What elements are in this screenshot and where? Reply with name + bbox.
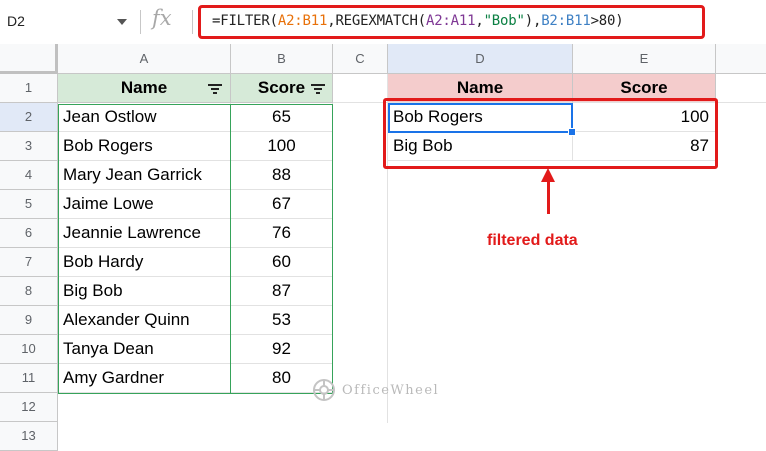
formula-part: ), — [524, 13, 542, 29]
select-all-corner[interactable] — [0, 44, 58, 74]
row-header-12[interactable]: 12 — [0, 393, 58, 422]
header-label: Score — [257, 78, 306, 97]
column-header-d[interactable]: D — [388, 44, 573, 74]
column-header-b[interactable]: B — [231, 44, 333, 74]
formula-input[interactable]: =FILTER(A2:B11,REGEXMATCH(A2:A11,"Bob"),… — [212, 13, 624, 29]
formula-string: "Bob" — [483, 13, 525, 29]
source-header-name[interactable]: Name — [58, 74, 231, 103]
column-header-e[interactable]: E — [573, 44, 716, 74]
source-score-cell[interactable]: 65 — [231, 103, 333, 132]
name-box-value: D2 — [7, 13, 25, 29]
filter-icon[interactable] — [311, 84, 325, 94]
watermark: OfficeWheel — [312, 378, 439, 402]
source-name-cell[interactable]: Tanya Dean — [58, 335, 231, 364]
cell-c1[interactable] — [333, 74, 388, 103]
source-score-cell[interactable]: 76 — [231, 219, 333, 248]
divider — [140, 10, 141, 34]
source-score-cell[interactable]: 60 — [231, 248, 333, 277]
row-header-2[interactable]: 2 — [0, 103, 58, 132]
arrow-shaft — [547, 180, 550, 214]
divider — [192, 10, 193, 34]
source-score-cell[interactable]: 88 — [231, 161, 333, 190]
source-score-cell[interactable]: 87 — [231, 277, 333, 306]
formula-range: B2:B11 — [541, 13, 591, 29]
row-header-8[interactable]: 8 — [0, 277, 58, 306]
source-name-cell[interactable]: Bob Hardy — [58, 248, 231, 277]
source-name-cell[interactable]: Mary Jean Garrick — [58, 161, 231, 190]
formula-range: A2:B11 — [277, 13, 328, 29]
filter-icon[interactable] — [208, 84, 222, 94]
row-header-6[interactable]: 6 — [0, 219, 58, 248]
source-table-divider — [230, 104, 231, 394]
formula-part: >80) — [590, 13, 624, 29]
row-header-7[interactable]: 7 — [0, 248, 58, 277]
row-header-13[interactable]: 13 — [0, 422, 58, 451]
source-header-score[interactable]: Score — [231, 74, 333, 103]
source-score-cell[interactable]: 67 — [231, 190, 333, 219]
annotation-caption: filtered data — [487, 232, 578, 249]
cell-f1[interactable] — [716, 74, 766, 103]
column-header-c[interactable]: C — [333, 44, 388, 74]
empty-column-c[interactable] — [333, 103, 388, 423]
source-name-cell[interactable]: Alexander Quinn — [58, 306, 231, 335]
name-box[interactable]: D2 — [0, 0, 138, 44]
row-header-9[interactable]: 9 — [0, 306, 58, 335]
formula-part: =FILTER( — [212, 13, 278, 29]
formula-range: A2:A11 — [425, 13, 476, 29]
source-score-cell[interactable]: 53 — [231, 306, 333, 335]
source-name-cell[interactable]: Bob Rogers — [58, 132, 231, 161]
formula-part: ,REGEXMATCH( — [327, 13, 426, 29]
header-label: Name — [120, 78, 168, 97]
source-name-cell[interactable]: Big Bob — [58, 277, 231, 306]
row-header-4[interactable]: 4 — [0, 161, 58, 190]
row-header-10[interactable]: 10 — [0, 335, 58, 364]
source-name-cell[interactable]: Jeannie Lawrence — [58, 219, 231, 248]
result-highlight-box — [383, 98, 718, 169]
source-score-cell[interactable]: 100 — [231, 132, 333, 161]
source-name-cell[interactable]: Jean Ostlow — [58, 103, 231, 132]
source-name-cell[interactable]: Jaime Lowe — [58, 190, 231, 219]
chevron-down-icon[interactable] — [117, 19, 127, 25]
formula-part: , — [475, 13, 484, 29]
empty-column-f[interactable] — [716, 103, 766, 423]
source-name-cell[interactable]: Amy Gardner — [58, 364, 231, 393]
row-header-11[interactable]: 11 — [0, 364, 58, 393]
watermark-text: OfficeWheel — [342, 382, 440, 398]
row-header-3[interactable]: 3 — [0, 132, 58, 161]
row-header-5[interactable]: 5 — [0, 190, 58, 219]
column-header-a[interactable]: A — [58, 44, 231, 74]
row-header-1[interactable]: 1 — [0, 74, 58, 103]
wheel-logo-icon — [313, 379, 335, 401]
fx-icon: fx — [152, 6, 172, 30]
formula-toolbar: D2 fx =FILTER(A2:B11,REGEXMATCH(A2:A11,"… — [0, 0, 766, 45]
column-header-f[interactable] — [716, 44, 766, 74]
source-score-cell[interactable]: 92 — [231, 335, 333, 364]
